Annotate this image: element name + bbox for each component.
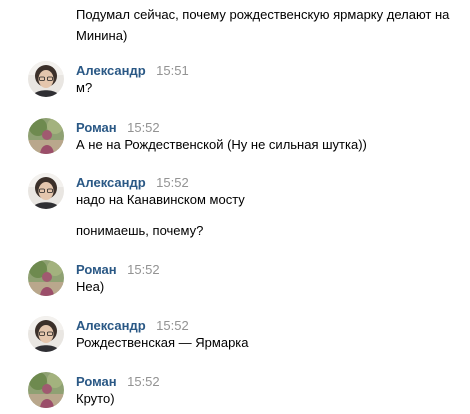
message-header: Александр 15:51	[76, 62, 189, 80]
message-text: м?	[76, 80, 93, 95]
roman-avatar[interactable]	[28, 372, 64, 408]
message-text: понимаешь, почему?	[76, 223, 204, 238]
message-text: Подумал сейчас, почему рождественскую яр…	[76, 7, 450, 43]
alexander-avatar[interactable]	[28, 61, 64, 97]
message-header: Александр 15:52	[76, 174, 189, 192]
author-name[interactable]: Александр	[76, 63, 146, 78]
author-name[interactable]: Роман	[76, 374, 117, 389]
message-time[interactable]: 15:52	[127, 120, 160, 135]
author-name[interactable]: Роман	[76, 120, 117, 135]
message-header: Александр 15:52	[76, 317, 189, 335]
author-name[interactable]: Александр	[76, 175, 146, 190]
roman-avatar[interactable]	[28, 260, 64, 296]
author-name[interactable]: Роман	[76, 262, 117, 277]
message-text: Круто)	[76, 391, 115, 406]
message-header: Роман 15:52	[76, 119, 160, 137]
message-time[interactable]: 15:52	[127, 374, 160, 389]
message-text: надо на Канавинском мосту	[76, 192, 245, 207]
message-header: Роман 15:52	[76, 373, 160, 391]
message-time[interactable]: 15:52	[127, 262, 160, 277]
message-time[interactable]: 15:52	[156, 318, 189, 333]
message-time[interactable]: 15:51	[156, 63, 189, 78]
message-time[interactable]: 15:52	[156, 175, 189, 190]
author-name[interactable]: Александр	[76, 318, 146, 333]
chat-history: Подумал сейчас, почему рождественскую яр…	[0, 0, 470, 414]
alexander-avatar[interactable]	[28, 173, 64, 209]
message-header: Роман 15:52	[76, 261, 160, 279]
message-text: Рождественская — Ярмарка	[76, 335, 249, 350]
message-text: Неа)	[76, 279, 105, 294]
message-text: А не на Рождественской (Ну не сильная шу…	[76, 137, 367, 152]
alexander-avatar[interactable]	[28, 316, 64, 352]
roman-avatar[interactable]	[28, 118, 64, 154]
